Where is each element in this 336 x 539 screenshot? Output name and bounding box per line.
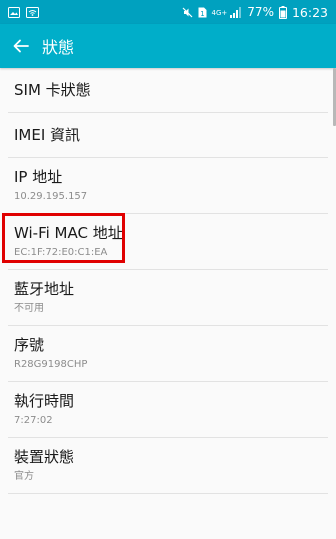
item-title: Wi-Fi MAC 地址 (14, 223, 123, 242)
clock: 16:23 (291, 4, 328, 20)
item-value: EC:1F:72:E0:C1:EA (14, 246, 108, 258)
item-title: IP 地址 (14, 167, 63, 186)
status-bar: 1 4G+ 77% 16:23 (0, 0, 336, 24)
item-title: IMEI 資訊 (14, 125, 81, 144)
item-title: 裝置狀態 (14, 447, 75, 466)
item-value: R28G9198CHP (14, 358, 88, 370)
list-item-imei-info[interactable]: IMEI 資訊 (8, 113, 328, 158)
item-title: SIM 卡狀態 (14, 80, 91, 99)
svg-text:1: 1 (200, 10, 204, 18)
list-item-bluetooth-address: 藍牙地址 不可用 (8, 270, 328, 326)
sim-icon: 1 (198, 7, 207, 18)
status-left (8, 6, 39, 18)
list-item-device-status: 裝置狀態 官方 (8, 438, 328, 494)
signal-icon (230, 6, 242, 18)
app-bar: 狀態 (0, 24, 336, 68)
item-value: 7:27:02 (14, 414, 53, 426)
list-item-ip-address: IP 地址 10.29.195.157 (8, 158, 328, 214)
network-type-label: 4G+ (211, 8, 228, 17)
item-value: 官方 (14, 470, 34, 482)
mute-icon (182, 7, 193, 18)
page-title: 狀態 (42, 38, 75, 57)
status-list: SIM 卡狀態 IMEI 資訊 IP 地址 10.29.195.157 Wi-F… (0, 68, 336, 494)
battery-icon (278, 5, 287, 19)
status-right: 1 4G+ 77% 16:23 (182, 5, 328, 20)
list-item-sim-status[interactable]: SIM 卡狀態 (8, 68, 328, 113)
list-item-up-time: 執行時間 7:27:02 (8, 382, 328, 438)
battery-percent: 77% (247, 5, 274, 19)
item-title: 序號 (14, 335, 45, 354)
item-value: 10.29.195.157 (14, 190, 88, 202)
image-icon (8, 6, 20, 18)
back-arrow-icon[interactable] (10, 35, 32, 57)
wifi-icon (26, 6, 39, 18)
item-value: 不可用 (14, 302, 44, 314)
list-item-serial-number: 序號 R28G9198CHP (8, 326, 328, 382)
item-title: 藍牙地址 (14, 279, 75, 298)
list-item-wifi-mac-address: Wi-Fi MAC 地址 EC:1F:72:E0:C1:EA (8, 214, 328, 270)
item-title: 執行時間 (14, 391, 75, 410)
